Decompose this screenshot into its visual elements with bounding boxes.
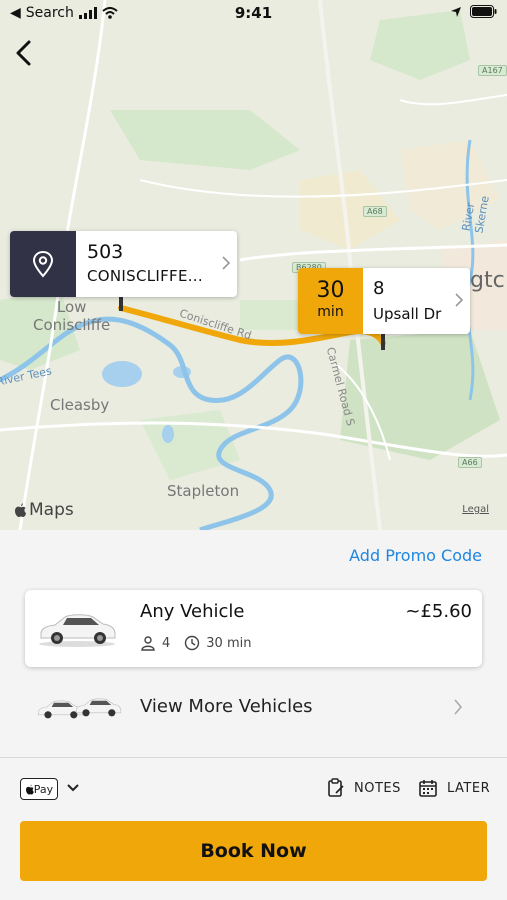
apple-logo-icon [25, 784, 34, 794]
payment-options-row: Pay NOTES LATER [0, 775, 507, 803]
passenger-icon [141, 636, 155, 651]
pickup-location-card[interactable]: 503 CONISCLIFFE... [10, 231, 237, 297]
destination-street: Upsall Dr [373, 305, 442, 323]
book-now-button[interactable]: Book Now [20, 821, 487, 881]
chevron-down-icon[interactable] [66, 783, 80, 793]
map-place-low-coniscliffe: Low Coniscliffe [33, 298, 111, 334]
notes-button[interactable]: NOTES [327, 778, 401, 798]
view-more-vehicles-label: View More Vehicles [140, 696, 313, 717]
pickup-pin-stem [119, 297, 123, 311]
chevron-right-icon [222, 256, 231, 270]
chevron-right-icon [455, 293, 464, 307]
clock-icon [185, 635, 200, 651]
road-tag-a167: A167 [478, 65, 507, 76]
back-button[interactable] [12, 38, 38, 68]
trip-duration: 30 min [206, 635, 252, 651]
map-place-partial: gtc [470, 268, 505, 293]
apple-logo-icon [15, 503, 26, 517]
battery-icon [470, 5, 497, 18]
pickup-number: 503 [87, 241, 124, 263]
map-place-stapleton: Stapleton [167, 482, 240, 500]
later-label: LATER [447, 780, 491, 796]
apple-pay-label: Pay [33, 782, 54, 796]
pickup-icon-box [10, 231, 76, 297]
apple-pay-selector[interactable]: Pay [20, 778, 58, 800]
destination-number: 8 [373, 278, 385, 299]
view-more-vehicles-row[interactable]: View More Vehicles [0, 680, 507, 736]
destination-location-card[interactable]: 30 min 8 Upsall Dr [298, 268, 470, 334]
notes-label: NOTES [354, 780, 401, 796]
status-time: 9:41 [234, 4, 273, 22]
car-icon [39, 614, 116, 647]
notes-icon [328, 778, 344, 797]
calendar-icon [419, 780, 437, 797]
map-place-cleasby: Cleasby [50, 396, 110, 414]
road-tag-a68: A68 [363, 206, 387, 217]
cars-icon [38, 698, 122, 719]
add-promo-code-link[interactable]: Add Promo Code [349, 546, 482, 565]
chevron-right-icon [454, 699, 463, 715]
vehicle-option-card[interactable]: Any Vehicle ~£5.60 4 30 min [25, 590, 482, 667]
road-tag-a66: A66 [458, 457, 482, 468]
location-arrow-icon [451, 6, 461, 17]
status-bar: ◀ Search 9:41 [0, 0, 507, 28]
booking-panel: Add Promo Code Any Vehicle ~£5.60 4 30 m… [0, 530, 507, 900]
book-now-label: Book Now [200, 840, 307, 862]
maps-attribution: Maps [13, 500, 74, 520]
schedule-later-button[interactable]: LATER [418, 778, 490, 798]
eta-value: 30 [316, 278, 345, 303]
vehicle-name: Any Vehicle [140, 601, 245, 622]
destination-pin-stem [381, 334, 385, 350]
eta-unit: min [317, 304, 344, 320]
passenger-count: 4 [162, 635, 171, 651]
location-pin-icon [32, 250, 54, 278]
vehicle-price: ~£5.60 [405, 601, 472, 622]
chevron-left-icon [16, 40, 31, 66]
divider [0, 757, 507, 758]
eta-box: 30 min [298, 268, 363, 334]
legal-link[interactable]: Legal [462, 504, 489, 515]
maps-attribution-text: Maps [29, 500, 74, 520]
pickup-street: CONISCLIFFE... [87, 267, 203, 285]
map-view[interactable]: Low Coniscliffe Cleasby Stapleton gtc A1… [0, 0, 507, 530]
